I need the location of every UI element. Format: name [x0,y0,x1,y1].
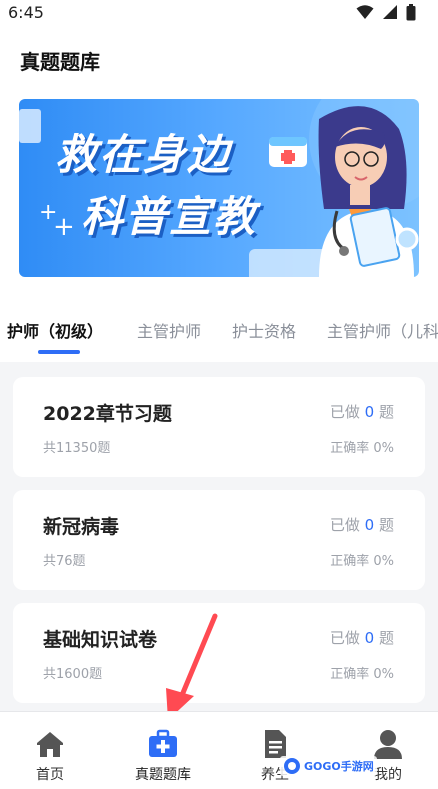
done-suffix: 题 [378,516,394,534]
done-prefix: 已做 [329,403,360,421]
done-suffix: 题 [378,629,394,647]
home-icon [37,732,63,757]
nav-profile[interactable]: 我的 [333,712,438,789]
svg-text:+: + [53,212,75,242]
card-question-count: 共76题 [43,554,86,569]
card-title: 基础知识试卷 [43,629,158,651]
bottom-navigation: 首页 真题题库 养生 我的 [0,711,438,789]
nav-health[interactable]: 养生 [220,712,330,789]
banner-headline-1: 救在身边 [55,130,232,179]
banner-headline-2: 科普宣教 [81,192,258,241]
done-suffix: 题 [378,403,394,421]
medical-kit-icon [149,729,177,757]
wifi-icon [356,5,374,19]
question-bank-card[interactable]: 2022章节习题 共11350题 已做 0 题 正确率 0% [13,377,425,477]
done-prefix: 已做 [329,629,360,647]
user-icon [374,730,402,759]
card-question-count: 共1600题 [43,667,103,682]
status-icons [356,3,416,21]
nav-question-bank[interactable]: 真题题库 [108,712,218,789]
done-value: 0 [364,403,375,421]
tab-chief-nurse[interactable]: 主管护师 [137,318,201,342]
nav-label: 我的 [374,767,402,783]
signal-icon [383,5,397,19]
watermark: GOGO手游网 [280,756,377,776]
header: 真题题库 [0,24,438,96]
done-value: 0 [364,516,375,534]
tab-nurse-qualification[interactable]: 护士资格 [232,318,296,342]
watermark-text: GOGO手游网 [304,760,374,773]
card-done-count: 已做 0 题 [330,627,394,648]
card-done-count: 已做 0 题 [330,401,394,422]
card-title: 新冠病毒 [43,516,120,538]
card-done-count: 已做 0 题 [330,514,394,535]
annotation-arrow-icon [166,613,218,720]
question-bank-card[interactable]: 新冠病毒 共76题 已做 0 题 正确率 0% [13,490,425,590]
page-title: 真题题库 [20,50,100,74]
card-title: 2022章节习题 [43,403,172,425]
done-value: 0 [364,629,375,647]
nav-label: 首页 [36,767,64,783]
card-accuracy: 正确率 0% [330,667,394,682]
tab-nurse-junior[interactable]: 护师（初级） [7,318,103,342]
tab-chief-nurse-pediatrics[interactable]: 主管护师（儿科 [327,318,438,342]
card-accuracy: 正确率 0% [330,441,394,456]
status-bar: 6:45 [0,0,438,24]
category-tabs: 护师（初级） 主管护师 护士资格 主管护师（儿科 [0,286,438,362]
nav-home[interactable]: 首页 [0,712,105,789]
status-time: 6:45 [8,2,44,22]
battery-icon [406,3,416,20]
watermark-logo-icon [284,758,300,774]
active-tab-indicator [38,350,80,354]
banner-section: + + 救在身边 科普宣教 [0,96,438,286]
card-question-count: 共11350题 [43,441,111,456]
banner[interactable]: + + 救在身边 科普宣教 [19,99,419,277]
card-accuracy: 正确率 0% [330,554,394,569]
nav-label: 真题题库 [135,767,191,783]
done-prefix: 已做 [329,516,360,534]
